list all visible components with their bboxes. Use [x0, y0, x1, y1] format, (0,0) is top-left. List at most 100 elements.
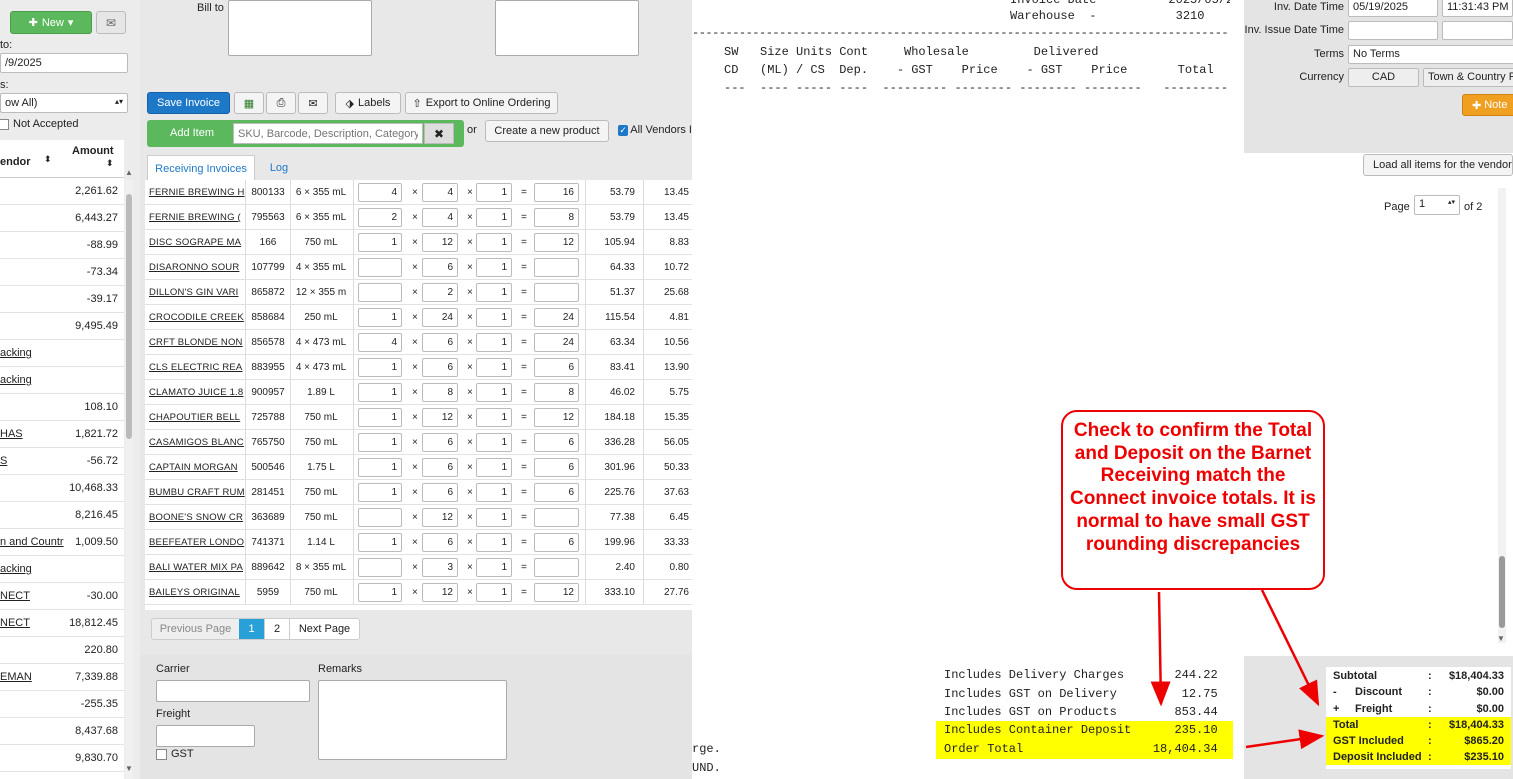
date-to-input[interactable]: /9/2025: [0, 53, 128, 73]
scroll-thumb[interactable]: [1499, 556, 1505, 628]
ship-to-textarea[interactable]: [495, 0, 639, 56]
list-item[interactable]: S -56.72: [0, 448, 124, 475]
list-item[interactable]: 6,443.27: [0, 205, 124, 232]
product-name-link[interactable]: BEEFEATER LONDO: [149, 537, 245, 548]
list-item[interactable]: -255.35: [0, 691, 124, 718]
list-item[interactable]: 8,437.68: [0, 718, 124, 745]
multiplier-input[interactable]: 1: [476, 258, 512, 277]
item-search-input[interactable]: [233, 123, 423, 144]
multiplier-input[interactable]: 1: [476, 358, 512, 377]
freight-input[interactable]: [156, 725, 255, 747]
multiplier-input[interactable]: 1: [476, 558, 512, 577]
multiplier-input[interactable]: 1: [476, 383, 512, 402]
create-product-button[interactable]: Create a new product: [485, 120, 609, 142]
new-button[interactable]: ✚ New ▾: [10, 11, 92, 34]
total-units-input[interactable]: [534, 558, 579, 577]
list-item[interactable]: acking: [0, 340, 124, 367]
page-2-button[interactable]: 2: [264, 619, 289, 639]
list-item[interactable]: 9,830.70: [0, 745, 124, 772]
multiplier-input[interactable]: 1: [476, 408, 512, 427]
qty-input[interactable]: [358, 283, 402, 302]
list-item[interactable]: n and Countr 1,009.50: [0, 529, 124, 556]
list-item[interactable]: EMAN 7,339.88: [0, 664, 124, 691]
total-units-input[interactable]: 24: [534, 333, 579, 352]
print-button[interactable]: ⎙: [266, 92, 296, 114]
product-name-link[interactable]: BAILEYS ORIGINAL: [149, 587, 245, 598]
multiplier-input[interactable]: 1: [476, 233, 512, 252]
qty-input[interactable]: 1: [358, 458, 402, 477]
qty-input[interactable]: 1: [358, 483, 402, 502]
checked-checkbox-icon[interactable]: ✓: [618, 124, 629, 136]
bill-to-textarea[interactable]: [228, 0, 372, 56]
list-item[interactable]: 8,216.45: [0, 502, 124, 529]
units-input[interactable]: 12: [422, 408, 458, 427]
total-units-input[interactable]: [534, 258, 579, 277]
scroll-thumb[interactable]: [126, 194, 132, 439]
multiplier-input[interactable]: 1: [476, 283, 512, 302]
email-button[interactable]: ✉: [96, 11, 126, 34]
inv-date-input[interactable]: 05/19/2025: [1348, 0, 1438, 17]
product-name-link[interactable]: DISC SOGRAPE MA: [149, 237, 245, 248]
total-units-input[interactable]: [534, 283, 579, 302]
vendor-column-header[interactable]: endor: [0, 156, 31, 168]
product-name-link[interactable]: BALI WATER MIX PA: [149, 562, 245, 573]
inv-issue-date-input[interactable]: [1348, 21, 1438, 40]
excel-export-button[interactable]: ▦: [234, 92, 264, 114]
all-vendors-filter[interactable]: ✓ All Vendors I: [618, 124, 692, 136]
checkbox[interactable]: [0, 118, 9, 130]
next-page-button[interactable]: Next Page: [289, 619, 359, 639]
multiplier-input[interactable]: 1: [476, 458, 512, 477]
total-units-input[interactable]: 6: [534, 533, 579, 552]
previous-page-button[interactable]: Previous Page: [152, 619, 239, 639]
list-item[interactable]: NECT -30.00: [0, 583, 124, 610]
multiplier-input[interactable]: 1: [476, 533, 512, 552]
remarks-textarea[interactable]: [318, 680, 507, 760]
units-input[interactable]: 6: [422, 333, 458, 352]
units-input[interactable]: 4: [422, 183, 458, 202]
page-select[interactable]: 1 ▴▾: [1414, 195, 1460, 215]
product-name-link[interactable]: CROCODILE CREEK: [149, 312, 245, 323]
total-units-input[interactable]: 12: [534, 408, 579, 427]
total-units-input[interactable]: 6: [534, 358, 579, 377]
multiplier-input[interactable]: 1: [476, 333, 512, 352]
list-item[interactable]: HAS 1,821.72: [0, 421, 124, 448]
qty-input[interactable]: 1: [358, 383, 402, 402]
total-units-input[interactable]: 8: [534, 383, 579, 402]
labels-button[interactable]: ⬗ Labels: [335, 92, 401, 114]
qty-input[interactable]: [358, 508, 402, 527]
list-item[interactable]: 220.80: [0, 637, 124, 664]
items-scrollbar[interactable]: ▼: [1497, 188, 1506, 643]
carrier-input[interactable]: [156, 680, 310, 702]
list-item[interactable]: 10,468.33: [0, 475, 124, 502]
units-input[interactable]: 12: [422, 233, 458, 252]
units-input[interactable]: 6: [422, 533, 458, 552]
tab-receiving-invoices[interactable]: Receiving Invoices: [147, 155, 255, 181]
tab-log[interactable]: Log: [260, 155, 298, 181]
qty-input[interactable]: 2: [358, 208, 402, 227]
inv-issue-time-input[interactable]: [1442, 21, 1513, 40]
product-name-link[interactable]: BOONE'S SNOW CR: [149, 512, 245, 523]
list-scrollbar[interactable]: ▲ ▼: [125, 168, 133, 779]
units-input[interactable]: 24: [422, 308, 458, 327]
multiplier-input[interactable]: 1: [476, 208, 512, 227]
product-name-link[interactable]: CASAMIGOS BLANC: [149, 437, 245, 448]
list-item[interactable]: 108.10: [0, 394, 124, 421]
units-input[interactable]: 2: [422, 283, 458, 302]
list-item[interactable]: acking: [0, 367, 124, 394]
load-all-items-button[interactable]: Load all items for the vendor: [1363, 154, 1513, 176]
store-input[interactable]: Town & Country P: [1423, 68, 1513, 87]
note-button[interactable]: ✚ Note: [1462, 94, 1513, 116]
list-item[interactable]: acking: [0, 556, 124, 583]
list-item[interactable]: 2,261.62: [0, 178, 124, 205]
total-units-input[interactable]: [534, 508, 579, 527]
gst-checkbox-group[interactable]: GST: [156, 748, 194, 760]
list-item[interactable]: -73.34: [0, 259, 124, 286]
multiplier-input[interactable]: 1: [476, 308, 512, 327]
export-online-ordering-button[interactable]: ⇧ Export to Online Ordering: [405, 92, 558, 114]
units-input[interactable]: 8: [422, 383, 458, 402]
total-units-input[interactable]: 6: [534, 458, 579, 477]
multiplier-input[interactable]: 1: [476, 433, 512, 452]
units-input[interactable]: 6: [422, 358, 458, 377]
qty-input[interactable]: 1: [358, 358, 402, 377]
multiplier-input[interactable]: 1: [476, 583, 512, 602]
